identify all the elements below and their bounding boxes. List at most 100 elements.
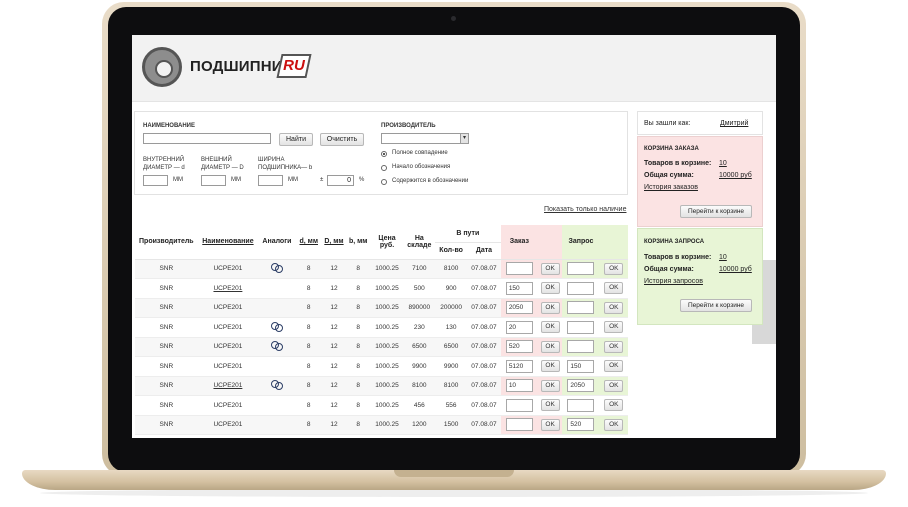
- order-sum-label: Общая сумма:: [644, 172, 694, 179]
- cell-name: UCPE201: [197, 259, 259, 279]
- order-ok-button[interactable]: OK: [540, 262, 560, 275]
- cell-request: 2050: [562, 376, 600, 396]
- cell-D: 12: [321, 415, 347, 435]
- cell-request: [562, 337, 600, 357]
- request-ok-button[interactable]: OK: [604, 301, 624, 314]
- order-qty-input[interactable]: 520: [505, 340, 533, 354]
- col-price: Цена руб.: [370, 225, 404, 260]
- order-ok-button[interactable]: OK: [540, 321, 560, 334]
- order-sum-value[interactable]: 10000 руб: [719, 172, 752, 179]
- request-ok-button[interactable]: OK: [604, 282, 624, 295]
- laptop-shadow: [40, 489, 868, 497]
- table-row: SNR UCPE201 8 12 8 1000.25 9900 9900 07.08.07 512…: [135, 356, 628, 377]
- order-qty-input[interactable]: 10: [505, 379, 533, 393]
- cell-name[interactable]: UCPE201: [197, 278, 259, 299]
- order-history-link[interactable]: История заказов: [644, 184, 698, 191]
- cell-b: 8: [346, 317, 371, 338]
- order-ok-button[interactable]: OK: [540, 418, 560, 431]
- request-qty-input[interactable]: 520: [567, 418, 595, 432]
- find-button[interactable]: Найти: [279, 133, 313, 146]
- order-ok-button[interactable]: OK: [540, 379, 560, 392]
- cell-price: 1000.25: [370, 317, 404, 338]
- cell-D: 12: [321, 376, 347, 396]
- user-name-link[interactable]: Дмитрий: [720, 120, 748, 127]
- cell-request-ok: OK: [599, 376, 628, 396]
- radio-starts-with[interactable]: [381, 165, 387, 171]
- analog-bearing-icon[interactable]: [271, 380, 284, 391]
- cell-D: 12: [321, 259, 347, 279]
- request-ok-button[interactable]: OK: [604, 399, 624, 412]
- go-to-order-cart-button[interactable]: Перейти к корзине: [680, 205, 752, 218]
- cell-request-ok: OK: [599, 395, 628, 416]
- cell-b: 8: [346, 395, 371, 416]
- col-d[interactable]: d, мм: [295, 225, 322, 260]
- order-ok-button[interactable]: OK: [540, 360, 560, 373]
- outer-diameter-input[interactable]: [201, 175, 226, 186]
- request-ok-button[interactable]: OK: [604, 262, 624, 275]
- request-items-value[interactable]: 10: [719, 254, 727, 261]
- cell-order-ok: OK: [538, 376, 563, 396]
- logo-ru-badge[interactable]: RU: [276, 54, 312, 78]
- order-qty-input[interactable]: 20: [505, 320, 533, 334]
- laptop-notch: [394, 470, 514, 477]
- order-ok-button[interactable]: OK: [540, 301, 560, 314]
- request-qty-input[interactable]: [567, 340, 595, 354]
- analog-bearing-icon[interactable]: [271, 263, 284, 274]
- cell-order-ok: OK: [538, 395, 563, 416]
- analog-bearing-icon[interactable]: [271, 341, 284, 352]
- cell-order-ok: OK: [538, 317, 563, 338]
- order-qty-input[interactable]: [505, 418, 533, 432]
- request-qty-input[interactable]: [567, 301, 595, 315]
- cell-manufacturer: SNR: [135, 376, 198, 396]
- order-qty-input[interactable]: 2050: [505, 301, 533, 315]
- cell-request: [562, 278, 600, 299]
- request-qty-input[interactable]: [567, 281, 595, 295]
- cell-D: 12: [321, 298, 347, 318]
- cell-transit-qty: 8100: [434, 376, 468, 396]
- col-D[interactable]: D, мм: [321, 225, 347, 260]
- request-ok-button[interactable]: OK: [604, 360, 624, 373]
- manufacturer-select[interactable]: ▾: [381, 133, 469, 144]
- col-b: b, мм: [346, 225, 371, 260]
- cell-request-ok: OK: [599, 278, 628, 299]
- cell-analogs: [258, 317, 296, 338]
- request-qty-input[interactable]: 150: [567, 359, 595, 373]
- go-to-request-cart-button[interactable]: Перейти к корзине: [680, 299, 752, 312]
- radio-full-match[interactable]: [381, 151, 387, 157]
- clear-button[interactable]: Очистить: [320, 133, 364, 146]
- cell-d: 8: [295, 317, 322, 338]
- cell-b: 8: [346, 337, 371, 357]
- inner-diameter-input[interactable]: [143, 175, 168, 186]
- bearing-logo-icon[interactable]: [142, 47, 182, 87]
- order-qty-input[interactable]: [505, 262, 533, 276]
- request-qty-input[interactable]: [567, 262, 595, 276]
- order-qty-input[interactable]: 150: [505, 281, 533, 295]
- show-in-stock-link[interactable]: Показать только наличие: [544, 206, 626, 213]
- cell-d: 8: [295, 415, 322, 435]
- cell-name[interactable]: UCPE201: [197, 376, 259, 396]
- order-qty-input[interactable]: 5120: [505, 359, 533, 373]
- order-qty-input[interactable]: [505, 398, 533, 412]
- analog-bearing-icon[interactable]: [271, 321, 284, 332]
- order-ok-button[interactable]: OK: [540, 340, 560, 353]
- request-history-link[interactable]: История запросов: [644, 278, 703, 285]
- width-input[interactable]: [258, 175, 283, 186]
- cell-transit-date: 07.08.07: [467, 259, 501, 279]
- request-qty-input[interactable]: 2050: [567, 379, 595, 393]
- request-ok-button[interactable]: OK: [604, 379, 624, 392]
- name-input[interactable]: [143, 133, 271, 144]
- request-ok-button[interactable]: OK: [604, 418, 624, 431]
- cell-d: 8: [295, 395, 322, 416]
- order-ok-button[interactable]: OK: [540, 282, 560, 295]
- request-qty-input[interactable]: [567, 320, 595, 334]
- request-qty-input[interactable]: [567, 398, 595, 412]
- request-ok-button[interactable]: OK: [604, 340, 624, 353]
- request-sum-value[interactable]: 10000 руб: [719, 266, 752, 273]
- order-items-value[interactable]: 10: [719, 160, 727, 167]
- radio-contains[interactable]: [381, 179, 387, 185]
- request-ok-button[interactable]: OK: [604, 321, 624, 334]
- tolerance-input[interactable]: 0: [327, 175, 354, 186]
- order-ok-button[interactable]: OK: [540, 399, 560, 412]
- col-name[interactable]: Наименование: [197, 225, 259, 260]
- cell-analogs: [258, 356, 296, 377]
